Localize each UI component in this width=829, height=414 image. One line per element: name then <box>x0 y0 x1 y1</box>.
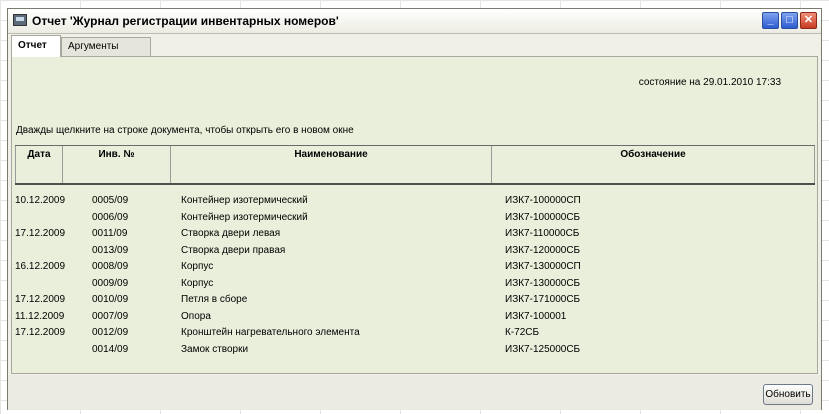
cell-name: Петля в сборе <box>181 294 248 305</box>
table-row[interactable]: 0009/09 Корпус ИЗК7-130000СБ <box>15 276 815 293</box>
cell-designation: ИЗК7-100001 <box>505 310 567 322</box>
table-row[interactable]: 0013/09 Створка двери правая ИЗК7-120000… <box>15 243 815 260</box>
window-title: Отчет 'Журнал регистрации инвентарных но… <box>32 14 339 28</box>
cell-date: 17.12.2009 <box>15 228 66 239</box>
cell-date: 17.12.2009 <box>15 294 66 305</box>
cell-designation: ИЗК7-100000СБ <box>505 211 581 223</box>
cell-date: 16.12.2009 <box>15 261 66 272</box>
table-row[interactable]: 17.12.2009 0011/09 Створка двери левая И… <box>15 226 815 243</box>
cell-inventory-number: 0014/09 <box>92 343 129 355</box>
report-status: состояние на 29.01.2010 17:33 <box>638 77 781 88</box>
table-row[interactable]: 10.12.2009 0005/09 Контейнер изотермичес… <box>15 193 815 210</box>
cell-designation: ИЗК7-130000СБ <box>505 277 581 289</box>
cell-inventory-number: 0010/09 <box>92 294 129 305</box>
cell-designation: ИЗК7-100000СП <box>505 195 581 206</box>
tab-arguments[interactable]: Аргументы <box>61 37 151 56</box>
cell-designation: ИЗК7-110000СБ <box>505 228 580 239</box>
cell-date: 10.12.2009 <box>15 195 66 206</box>
cell-designation: ИЗК7-120000СБ <box>505 244 581 256</box>
maximize-button[interactable]: □ <box>781 12 798 29</box>
cell-inventory-number: 0012/09 <box>92 327 129 338</box>
table-row[interactable]: 11.12.2009 0007/09 Опора ИЗК7-100001 <box>15 309 815 326</box>
cell-date: 17.12.2009 <box>15 327 66 338</box>
column-header-inventory-number[interactable]: Инв. № <box>63 146 171 183</box>
table-body: 10.12.2009 0005/09 Контейнер изотермичес… <box>15 193 815 358</box>
cell-designation: ИЗК7-171000СБ <box>505 294 581 305</box>
cell-inventory-number: 0013/09 <box>92 244 129 256</box>
cell-designation: К-72СБ <box>505 327 540 338</box>
report-panel: состояние на 29.01.2010 17:33 Дважды щел… <box>11 56 818 374</box>
cell-inventory-number: 0006/09 <box>92 211 129 223</box>
table-row[interactable]: 16.12.2009 0008/09 Корпус ИЗК7-130000СП <box>15 259 815 276</box>
cell-name: Кронштейн нагревательного элемента <box>181 327 360 338</box>
cell-name: Контейнер изотермический <box>181 195 308 206</box>
table-header: Дата Инв. № Наименование Обозначение <box>15 145 815 185</box>
footer-bar: Обновить <box>8 375 821 410</box>
title-bar[interactable]: Отчет 'Журнал регистрации инвентарных но… <box>8 9 821 34</box>
report-hint: Дважды щелкните на строке документа, что… <box>16 125 354 136</box>
cell-name: Контейнер изотермический <box>181 211 308 223</box>
column-header-designation[interactable]: Обозначение <box>492 146 815 183</box>
report-table: Дата Инв. № Наименование Обозначение 10.… <box>15 145 815 358</box>
minimize-button[interactable]: _ <box>762 12 779 29</box>
cell-inventory-number: 0009/09 <box>92 277 129 289</box>
cell-inventory-number: 0007/09 <box>92 310 129 322</box>
table-row[interactable]: 0014/09 Замок створки ИЗК7-125000СБ <box>15 342 815 359</box>
close-button[interactable]: ✕ <box>800 12 817 29</box>
cell-designation: ИЗК7-125000СБ <box>505 343 581 355</box>
cell-name: Створка двери левая <box>181 228 281 239</box>
table-row[interactable]: 17.12.2009 0012/09 Кронштейн нагреватель… <box>15 325 815 342</box>
report-window: Отчет 'Журнал регистрации инвентарных но… <box>7 8 822 410</box>
cell-designation: ИЗК7-130000СП <box>505 261 581 272</box>
table-row[interactable]: 0006/09 Контейнер изотермический ИЗК7-10… <box>15 210 815 227</box>
cell-name: Корпус <box>181 277 214 289</box>
cell-name: Опора <box>181 310 211 322</box>
refresh-button[interactable]: Обновить <box>763 384 813 405</box>
cell-inventory-number: 0008/09 <box>92 261 129 272</box>
cell-name: Корпус <box>181 261 214 272</box>
cell-inventory-number: 0005/09 <box>92 195 129 206</box>
table-row[interactable]: 17.12.2009 0010/09 Петля в сборе ИЗК7-17… <box>15 292 815 309</box>
column-header-name[interactable]: Наименование <box>171 146 492 183</box>
cell-inventory-number: 0011/09 <box>92 228 128 239</box>
column-header-date[interactable]: Дата <box>15 146 63 183</box>
tab-report[interactable]: Отчет <box>11 35 61 57</box>
app-window-icon <box>13 14 27 26</box>
cell-name: Створка двери правая <box>181 244 286 256</box>
cell-name: Замок створки <box>181 343 249 355</box>
cell-date: 11.12.2009 <box>15 310 65 322</box>
